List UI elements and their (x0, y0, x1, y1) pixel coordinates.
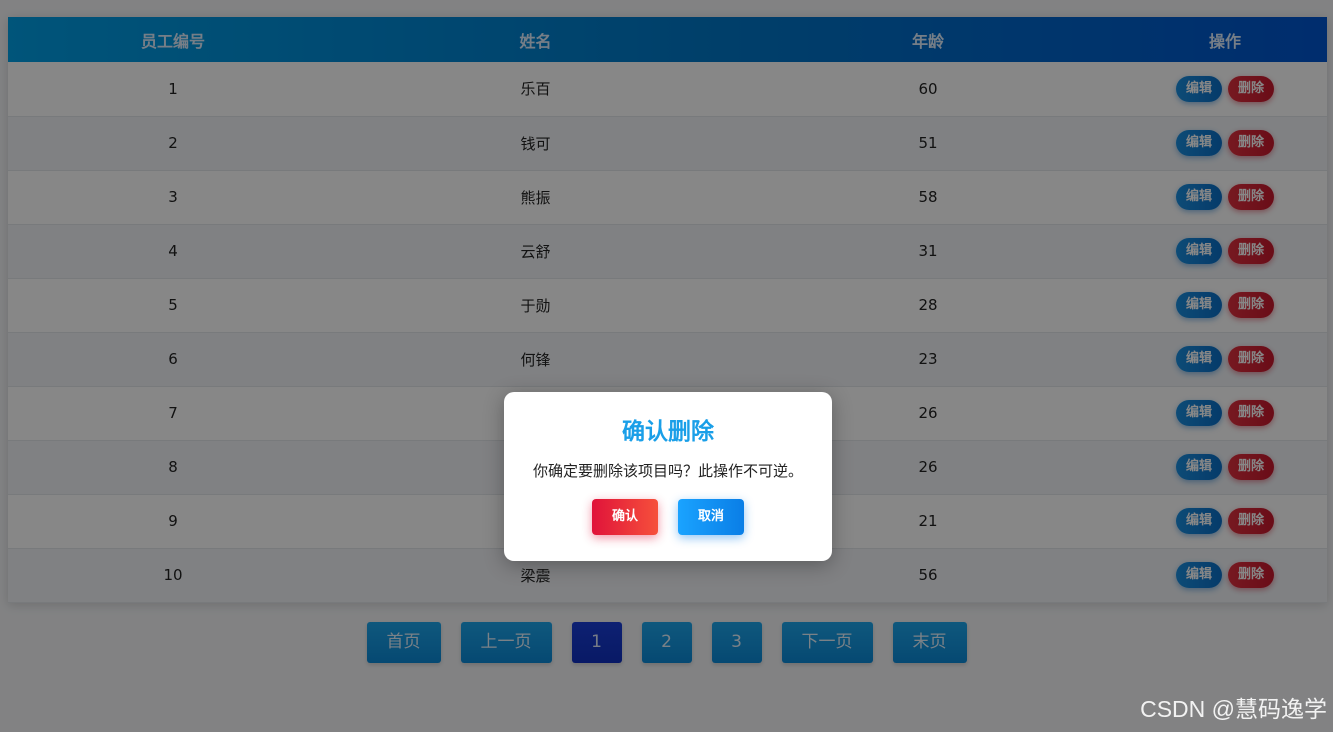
confirm-button[interactable]: 确认 (592, 499, 658, 535)
confirm-delete-dialog: 确认删除 你确定要删除该项目吗？此操作不可逆。 确认 取消 (504, 392, 832, 561)
modal-overlay[interactable] (0, 0, 1333, 732)
cancel-button[interactable]: 取消 (678, 499, 744, 535)
watermark: CSDN @慧码逸学 (1140, 696, 1327, 722)
dialog-title: 确认删除 (622, 419, 714, 445)
dialog-message: 你确定要删除该项目吗？此操作不可逆。 (532, 462, 803, 480)
page: 员工编号 姓名 年龄 操作 1 乐百 60 编辑 删除 2 钱可 51 编辑 删除 3 熊振 58 编辑删… (0, 0, 1333, 732)
dialog-actions: 确认 取消 (504, 499, 832, 535)
